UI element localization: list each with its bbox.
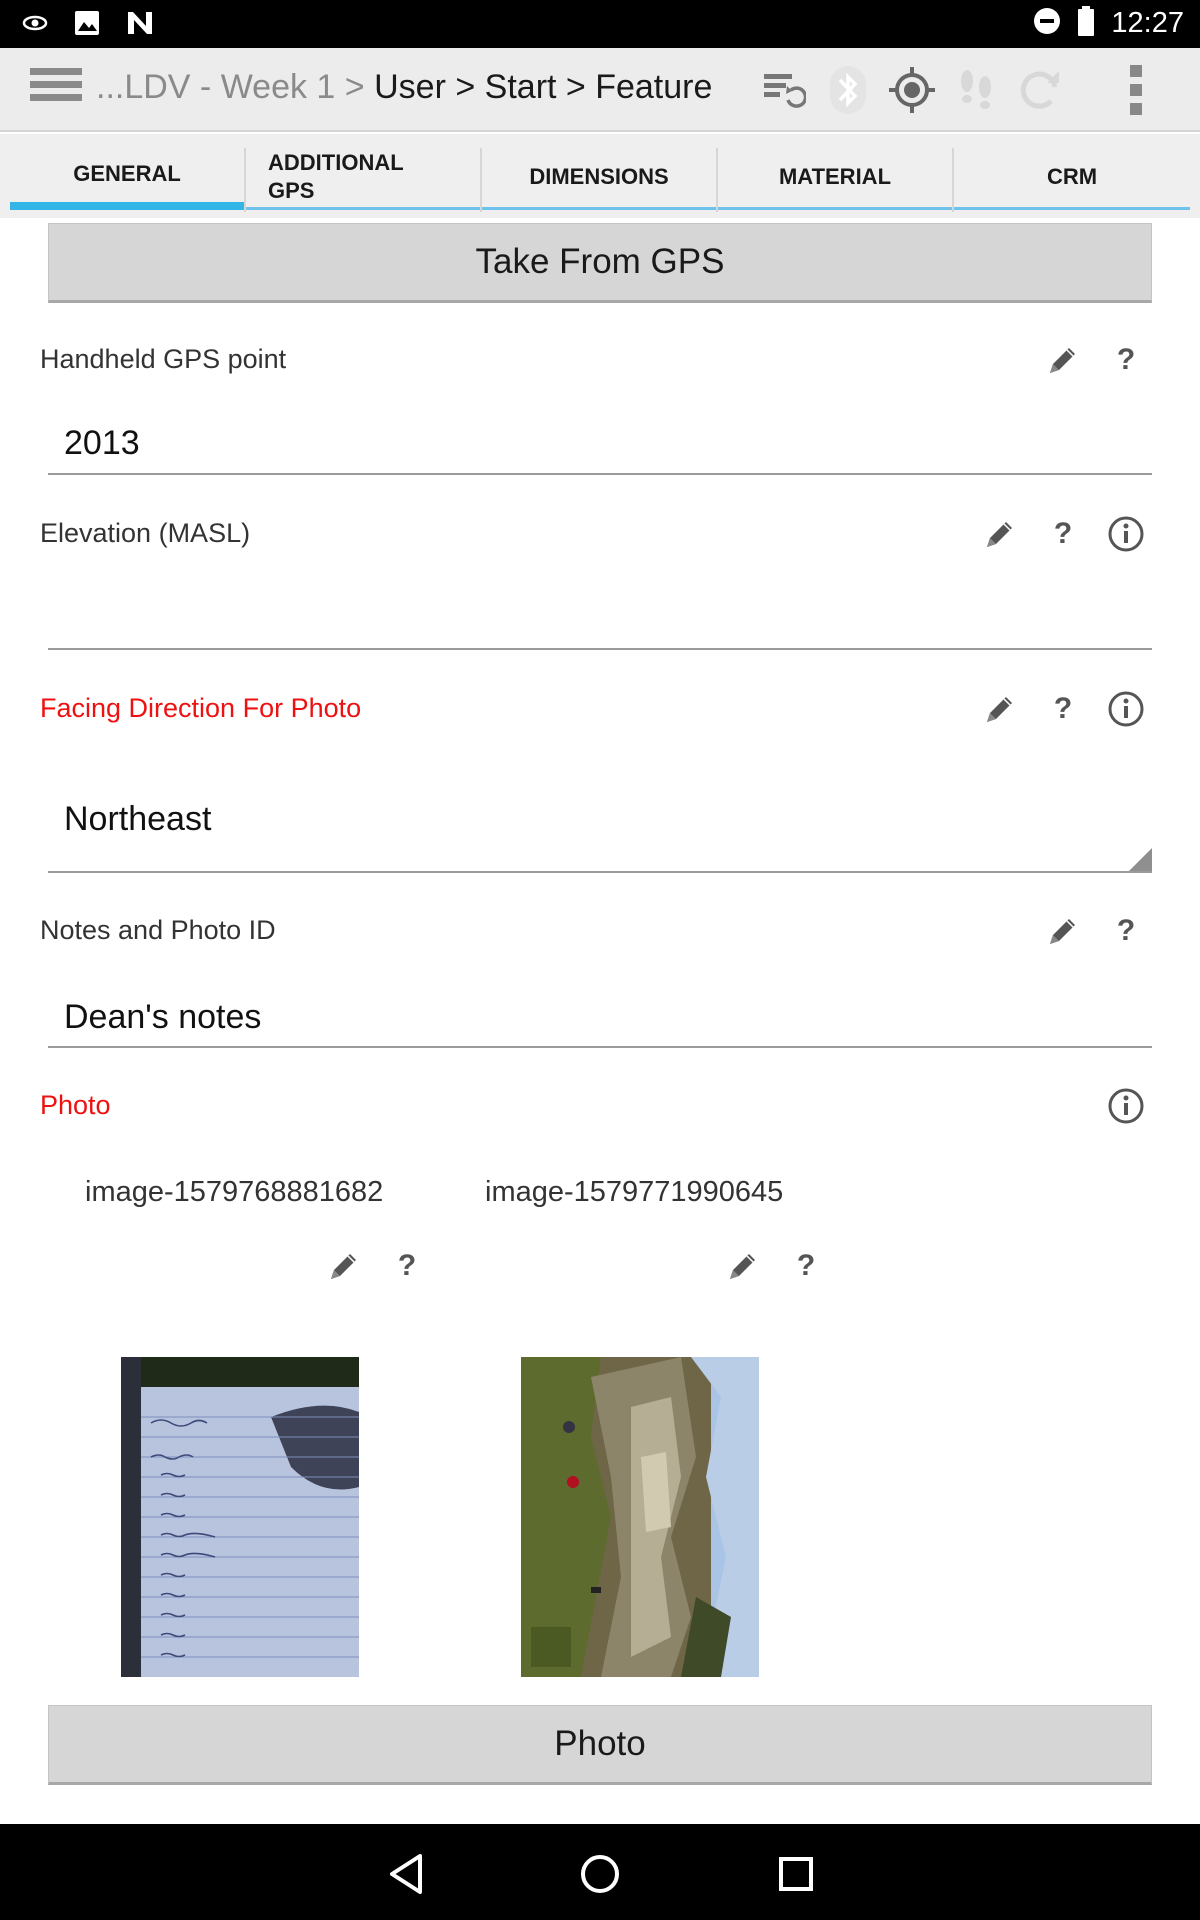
- photo-thumbnail-notebook[interactable]: [121, 1357, 359, 1677]
- notes-input[interactable]: Dean's notes: [64, 998, 261, 1037]
- photo-thumbnail-landscape[interactable]: [521, 1357, 759, 1677]
- help-icon[interactable]: ?: [387, 1246, 427, 1286]
- home-icon[interactable]: [570, 1844, 630, 1904]
- action-bar: ...LDV - Week 1 > User > Start > Feature: [0, 48, 1200, 132]
- refresh-icon[interactable]: [1012, 62, 1068, 118]
- dropdown-arrow-icon[interactable]: [1128, 848, 1152, 872]
- pencil-icon[interactable]: [324, 1246, 364, 1286]
- photo-caption: image-1579771990645: [485, 1176, 784, 1208]
- tab-label: MATERIAL: [778, 163, 892, 189]
- footsteps-icon[interactable]: [948, 62, 1004, 118]
- tab-label: DIMENSIONS: [529, 163, 669, 189]
- tab-dimensions[interactable]: DIMENSIONS: [482, 146, 716, 210]
- photo-caption: image-1579768881682: [85, 1176, 384, 1208]
- input-underline: [48, 871, 1152, 873]
- recents-icon[interactable]: [766, 1844, 826, 1904]
- help-icon[interactable]: ?: [1043, 514, 1083, 554]
- help-icon[interactable]: ?: [1106, 911, 1146, 951]
- tab-label: GENERAL: [73, 161, 181, 186]
- tab-material[interactable]: MATERIAL: [718, 146, 952, 210]
- overflow-menu-icon[interactable]: [1108, 62, 1164, 118]
- tab-label: ADDITIONAL GPS: [268, 149, 458, 205]
- do-not-disturb-icon: [1033, 7, 1061, 39]
- battery-icon: [1077, 6, 1095, 40]
- status-time: 12:27: [1111, 6, 1184, 39]
- eye-icon: [22, 13, 48, 37]
- info-icon[interactable]: [1106, 689, 1146, 729]
- elevation-label: Elevation (MASL): [40, 518, 251, 548]
- pencil-icon[interactable]: [980, 689, 1020, 729]
- pencil-icon[interactable]: [1043, 911, 1083, 951]
- tab-label-line: ADDITIONAL: [268, 149, 404, 175]
- bluetooth-icon[interactable]: [820, 62, 876, 118]
- tab-crm[interactable]: CRM: [954, 146, 1190, 210]
- help-icon[interactable]: ?: [786, 1246, 826, 1286]
- pencil-icon[interactable]: [1043, 340, 1083, 380]
- form-content[interactable]: Take From GPS Handheld GPS point ? 2013 …: [10, 218, 1190, 1822]
- notes-label: Notes and Photo ID: [40, 915, 276, 945]
- tab-general[interactable]: GENERAL: [10, 146, 244, 210]
- input-underline: [48, 1046, 1152, 1048]
- tab-label: CRM: [1046, 163, 1098, 189]
- tab-additional-gps[interactable]: ADDITIONAL GPS: [246, 146, 480, 210]
- handheld-gps-label: Handheld GPS point: [40, 344, 287, 374]
- n-icon: [126, 10, 154, 40]
- status-bar: 12:27: [0, 0, 1200, 48]
- sync-settings-icon[interactable]: [756, 62, 812, 118]
- info-icon[interactable]: [1106, 1086, 1146, 1126]
- input-underline: [48, 648, 1152, 650]
- facing-direction-select[interactable]: Northeast: [64, 800, 211, 839]
- pencil-icon[interactable]: [980, 514, 1020, 554]
- facing-direction-label: Facing Direction For Photo: [40, 693, 362, 723]
- input-underline: [48, 473, 1152, 475]
- photo-label: Photo: [40, 1090, 111, 1120]
- image-icon: [74, 10, 100, 40]
- help-icon[interactable]: ?: [1106, 340, 1146, 380]
- system-navigation-bar: [0, 1824, 1200, 1920]
- photo-button[interactable]: Photo: [48, 1705, 1152, 1785]
- handheld-gps-input[interactable]: 2013: [64, 424, 140, 463]
- help-icon[interactable]: ?: [1043, 689, 1083, 729]
- info-icon[interactable]: [1106, 514, 1146, 554]
- tab-label-line: GPS: [268, 177, 315, 203]
- pencil-icon[interactable]: [723, 1246, 763, 1286]
- gps-target-icon[interactable]: [884, 62, 940, 118]
- back-icon[interactable]: [376, 1844, 436, 1904]
- take-from-gps-button[interactable]: Take From GPS: [48, 223, 1152, 303]
